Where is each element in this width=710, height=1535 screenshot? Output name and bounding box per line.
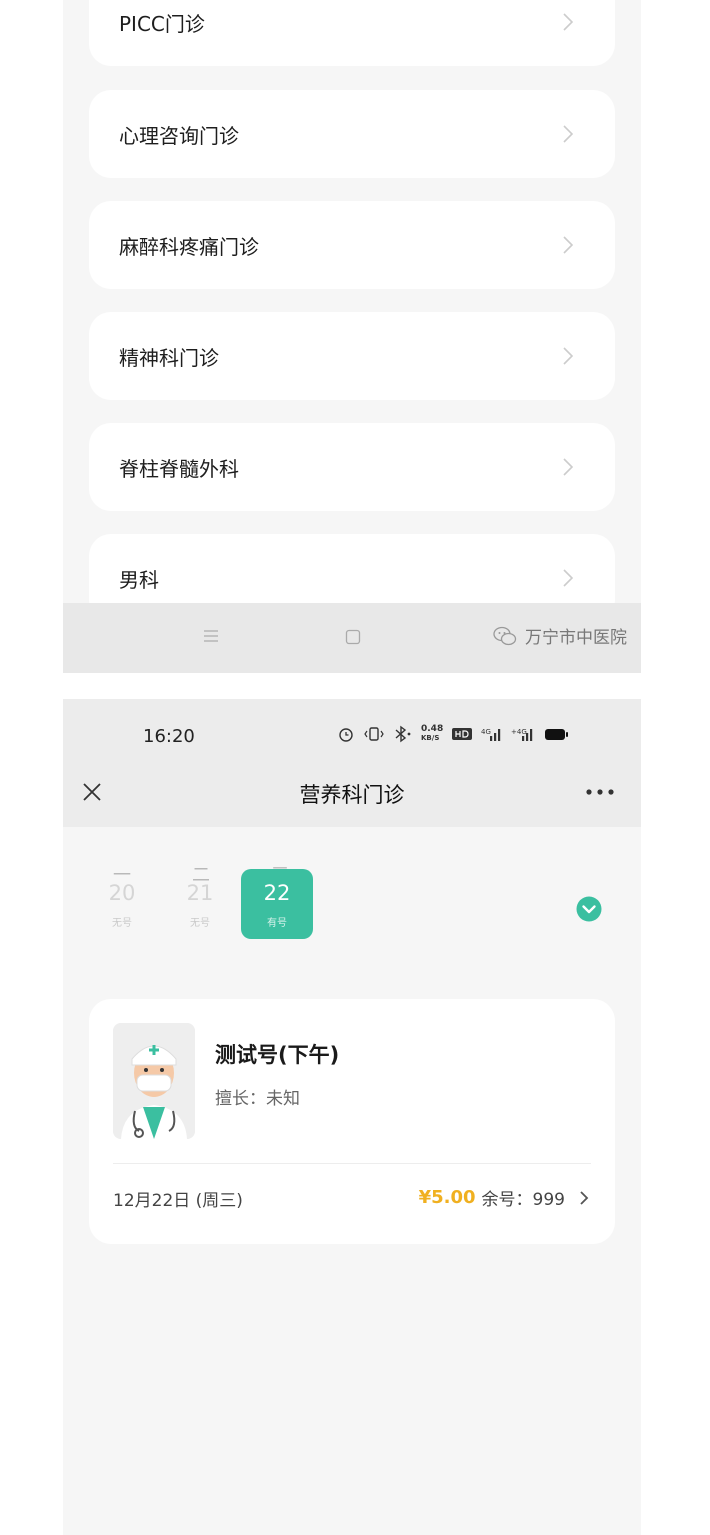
chevron-right-icon xyxy=(563,236,574,254)
schedule-screen: 16:20 0.48 KB/S 4G +4G 营养科门诊 一 二 20 无号 2… xyxy=(63,699,641,1535)
network-speed: 0.48 KB/S xyxy=(421,724,444,743)
bluetooth-icon xyxy=(395,725,411,743)
watermark: 万宁市中医院 xyxy=(493,623,627,648)
date-cell-20[interactable]: 20 无号 xyxy=(86,869,158,939)
department-item-spine-surgery[interactable]: 脊柱脊髓外科 xyxy=(89,423,615,511)
home-icon[interactable] xyxy=(345,629,361,645)
date-availability: 有号 xyxy=(267,918,287,929)
vibrate-icon xyxy=(364,727,384,741)
doctor-specialty: 擅长：未知 xyxy=(215,1089,300,1109)
chevron-right-icon xyxy=(563,13,574,31)
department-name: 脊柱脊髓外科 xyxy=(119,456,239,481)
department-name: 精神科门诊 xyxy=(119,345,219,370)
chevron-right-icon xyxy=(563,569,574,587)
department-item-anesthesia-pain[interactable]: 麻醉科疼痛门诊 xyxy=(89,201,615,289)
doctor-avatar xyxy=(113,1023,195,1139)
watermark-text: 万宁市中医院 xyxy=(525,628,627,648)
department-list-screen: PICC门诊 心理咨询门诊 麻醉科疼痛门诊 精神科门诊 脊柱脊髓外科 男科 万宁… xyxy=(63,0,641,673)
department-name: 男科 xyxy=(119,567,159,592)
status-time: 16:20 xyxy=(143,726,195,747)
price: ¥5.00 xyxy=(418,1187,476,1208)
date-number: 22 xyxy=(263,881,291,905)
chevron-right-icon xyxy=(563,347,574,365)
chevron-right-icon xyxy=(580,1190,589,1205)
signal-icon-1: 4G xyxy=(481,728,501,741)
hd-icon xyxy=(452,728,473,740)
department-name: 心理咨询门诊 xyxy=(119,123,239,148)
date-availability: 无号 xyxy=(112,918,132,929)
alarm-icon xyxy=(339,728,353,742)
date-cell-21[interactable]: 21 无号 xyxy=(164,869,236,939)
menu-icon[interactable] xyxy=(203,628,219,644)
title-bar: 营养科门诊 xyxy=(63,757,641,827)
price-row[interactable]: ¥5.00 余号：999 xyxy=(419,1185,589,1210)
department-item-psychology[interactable]: 心理咨询门诊 xyxy=(89,90,615,178)
department-item-psychiatry[interactable]: 精神科门诊 xyxy=(89,312,615,400)
department-item-picc[interactable]: PICC门诊 xyxy=(89,0,615,66)
svg-text:4G: 4G xyxy=(481,728,491,736)
status-bar: 16:20 0.48 KB/S 4G +4G xyxy=(63,699,641,757)
expand-calendar-icon[interactable] xyxy=(576,896,602,922)
chevron-right-icon xyxy=(563,125,574,143)
more-options-icon[interactable] xyxy=(585,788,615,796)
system-navigation-bar: 万宁市中医院 xyxy=(63,603,641,673)
date-cell-22-selected[interactable]: 22 有号 xyxy=(241,869,313,939)
date-availability: 无号 xyxy=(190,918,210,929)
doctor-schedule-card[interactable]: 测试号(下午) 擅长：未知 12月22日 (周三) ¥5.00 余号：999 xyxy=(89,999,615,1244)
card-divider xyxy=(113,1163,591,1164)
page-title: 营养科门诊 xyxy=(299,783,405,807)
chevron-right-icon xyxy=(563,458,574,476)
signal-icon-2: +4G xyxy=(511,728,533,741)
doctor-name: 测试号(下午) xyxy=(215,1043,340,1067)
remaining-slots: 余号：999 xyxy=(481,1190,565,1210)
svg-text:+4G: +4G xyxy=(511,728,527,736)
schedule-date: 12月22日 (周三) xyxy=(113,1191,243,1211)
department-name: PICC门诊 xyxy=(119,11,205,36)
date-number: 20 xyxy=(108,881,136,905)
status-icons: 0.48 KB/S 4G +4G xyxy=(337,725,571,743)
battery-icon xyxy=(545,729,569,740)
doctor-illustration-icon xyxy=(113,1023,195,1139)
wechat-icon xyxy=(493,626,517,645)
date-number: 21 xyxy=(186,881,214,905)
department-name: 麻醉科疼痛门诊 xyxy=(119,234,259,259)
